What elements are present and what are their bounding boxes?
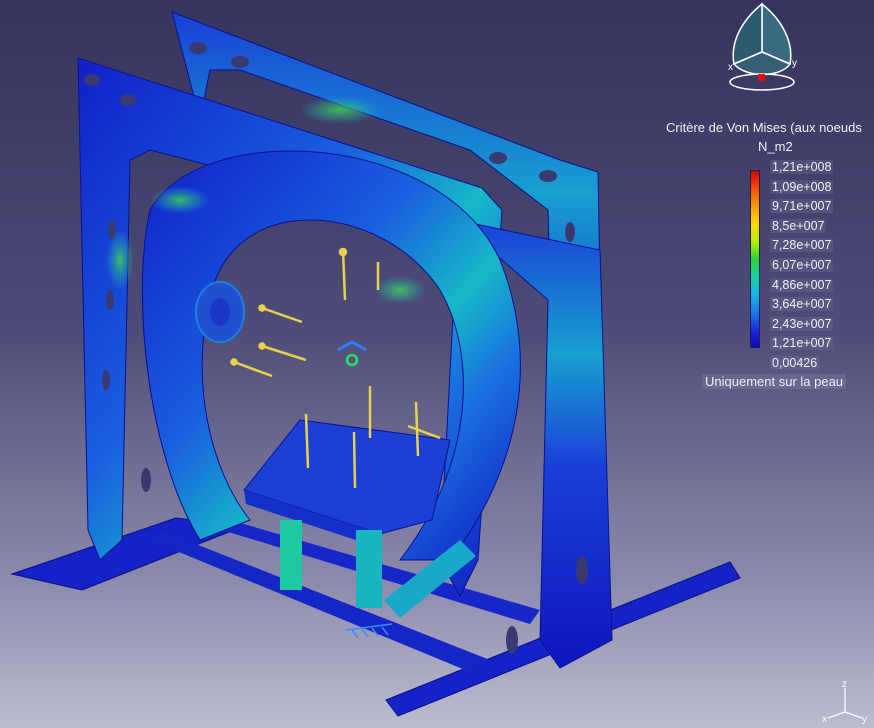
axis-x-label: x (822, 714, 827, 724)
compass-icon[interactable]: x y (722, 2, 802, 94)
legend-values: 1,21e+008 1,09e+008 9,71e+007 8,5e+007 7… (770, 158, 834, 374)
legend-value: 6,07e+007 (770, 257, 834, 272)
legend-note: Uniquement sur la peau (702, 374, 847, 389)
axis-y-label: y (862, 714, 867, 724)
legend-value: 0,00426 (770, 355, 820, 370)
axis-triad-icon: z x y (822, 679, 867, 724)
legend-value: 3,64e+007 (770, 297, 834, 312)
color-scale-bar (750, 170, 760, 348)
legend-value: 1,21e+007 (770, 336, 834, 351)
center-of-gravity-icon (337, 340, 367, 367)
legend-title: Critère de Von Mises (aux noeuds (666, 120, 862, 135)
compass-y-label: y (792, 58, 797, 69)
legend-value: 9,71e+007 (770, 199, 834, 214)
legend-value: 1,09e+008 (770, 179, 834, 194)
legend-value: 8,5e+007 (770, 218, 827, 233)
legend-value: 7,28e+007 (770, 238, 834, 253)
legend-value: 2,43e+007 (770, 316, 834, 331)
legend-value: 4,86e+007 (770, 277, 834, 292)
compass-x-label: x (728, 62, 733, 73)
legend-unit: N_m2 (758, 139, 793, 154)
axis-z-label: z (842, 679, 847, 690)
legend-value: 1,21e+008 (770, 160, 834, 174)
von-mises-legend[interactable]: Critère de Von Mises (aux noeuds N_m2 1,… (666, 118, 874, 398)
